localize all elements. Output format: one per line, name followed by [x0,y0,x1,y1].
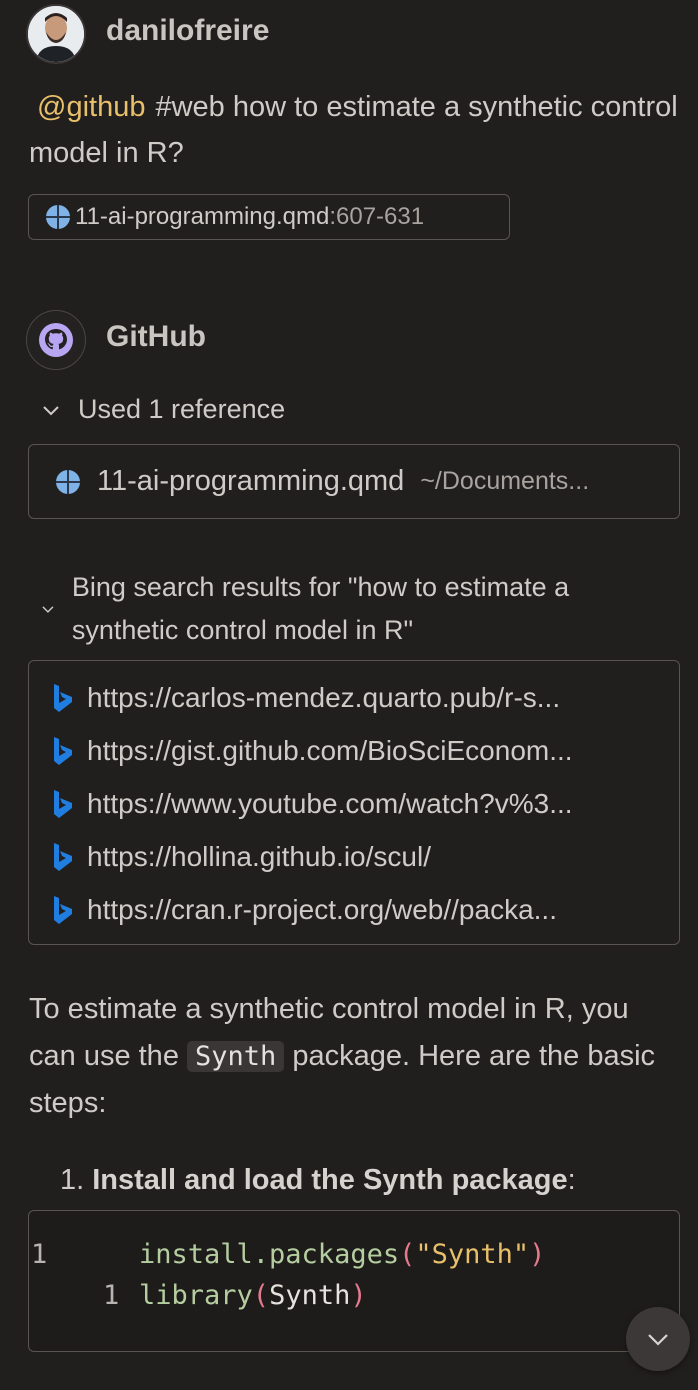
bing-results-toggle[interactable]: Bing search results for "how to estimate… [40,566,680,652]
code-function: install.packages [139,1239,400,1270]
references-toggle-label: Used 1 reference [78,394,286,424]
chevron-down-icon [43,405,59,415]
answer-paragraph: To estimate a synthetic control model in… [29,986,669,1127]
attachment-filename: 11-ai-programming.qmd [75,203,330,230]
search-result-link[interactable]: https://www.youtube.com/watch?v%3... [29,777,679,830]
code-line: install.packages("Synth") [139,1239,545,1270]
search-result-url: https://www.youtube.com/watch?v%3... [87,787,573,819]
chevron-down-icon [42,606,54,613]
bing-icon [54,789,72,818]
prompt-text: @github #web how to estimate a synthetic … [29,84,679,176]
code-paren: ) [529,1239,546,1270]
search-result-url: https://cran.r-project.org/web//packa... [87,893,557,925]
code-paren: ( [252,1280,270,1311]
code-block[interactable]: 1 install.packages("Synth") 1 library(Sy… [28,1210,680,1352]
search-result-url: https://hollina.github.io/scul/ [87,840,431,872]
search-result-link[interactable]: https://cran.r-project.org/web//packa... [29,883,679,936]
search-result-link[interactable]: https://gist.github.com/BioSciEconom... [29,724,679,777]
github-avatar [26,310,86,370]
line-number: 1 [103,1280,120,1311]
search-result-link[interactable]: https://carlos-mendez.quarto.pub/r-s... [29,671,679,724]
code-paren: ( [399,1239,416,1270]
line-number: 1 [31,1239,48,1270]
scroll-down-button[interactable] [626,1307,690,1371]
agent-mention: @github [37,91,146,123]
search-results-list: https://carlos-mendez.quarto.pub/r-s... … [28,660,680,945]
agent-name: GitHub [106,320,206,353]
reference-filename: 11-ai-programming.qmd [97,465,405,497]
code-paren: ) [350,1280,367,1311]
attachment-chip[interactable]: 11-ai-programming.qmd:607-631 [28,194,510,240]
search-result-link[interactable]: https://hollina.github.io/scul/ [29,830,679,883]
user-avatar [26,4,86,64]
code-line: library(Synth) [139,1280,367,1311]
reference-path: ~/Documents... [420,467,590,495]
step-title: Install and load the Synth package [92,1164,568,1196]
step-number: 1. [60,1164,85,1196]
bing-icon [54,736,72,765]
code-function: library [139,1280,253,1311]
bing-icon [54,842,72,871]
globe-icon [46,205,70,229]
bing-icon [54,683,72,712]
user-name: danilofreire [106,14,270,47]
search-result-url: https://gist.github.com/BioSciEconom... [87,734,573,766]
inline-code: Synth [187,1041,285,1072]
step-suffix: : [567,1164,576,1196]
code-string: "Synth" [415,1239,530,1270]
search-result-url: https://carlos-mendez.quarto.pub/r-s... [87,681,561,713]
bing-icon [54,895,72,924]
github-icon [39,323,73,357]
globe-icon [56,469,80,494]
reference-item[interactable]: 11-ai-programming.qmd ~/Documents... [28,444,680,519]
step-item: 1. Install and load the Synth package: [60,1164,576,1197]
bing-results-label: Bing search results for "how to estimate… [71,572,570,645]
references-toggle[interactable]: Used 1 reference [40,394,285,425]
chevron-down-icon [648,1334,668,1346]
code-identifier: Synth [269,1280,351,1311]
attachment-range: :607-631 [329,203,425,230]
